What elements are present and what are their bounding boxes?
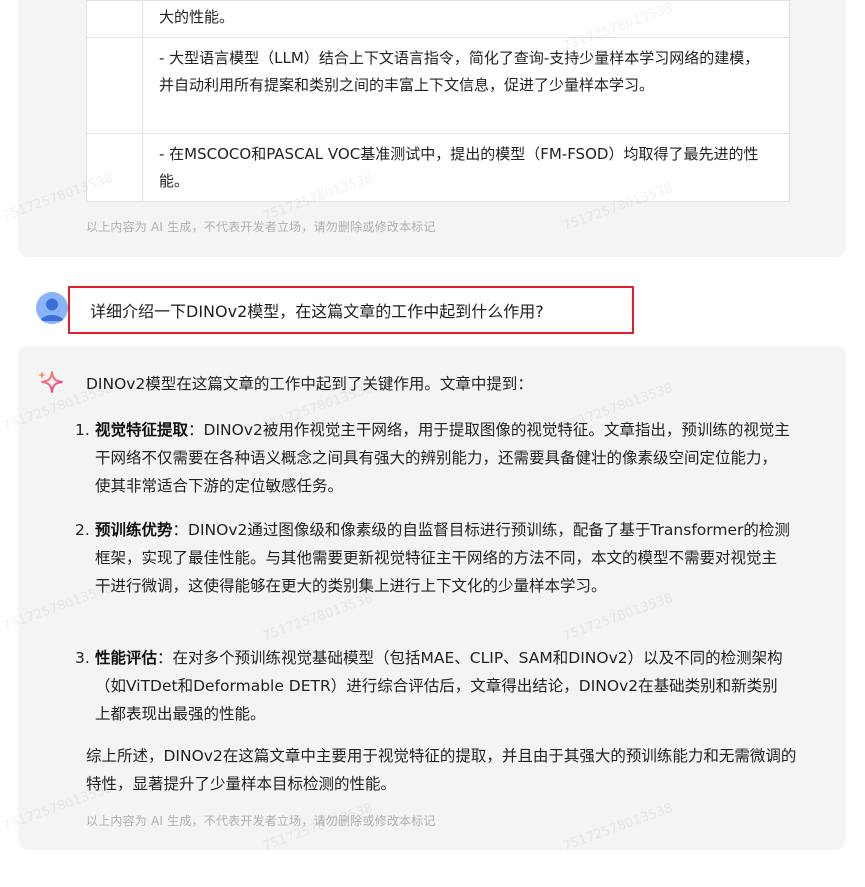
ai-sparkle-icon (38, 371, 63, 393)
list-number: 2. (75, 521, 90, 539)
list-item: 1. 视觉特征提取：DINOv2被用作视觉主干网络，用于提取图像的视觉特征。文章… (75, 416, 790, 500)
table-cell-text: - 大型语言模型（LLM）结合上下文语言指令，简化了查询-支持少量样本学习网络的… (159, 49, 760, 94)
user-message-bubble: 详细介绍一下DINOv2模型，在这篇文章的工作中起到什么作用? (68, 286, 634, 334)
table-row: - 大型语言模型（LLM）结合上下文语言指令，简化了查询-支持少量样本学习网络的… (86, 37, 790, 134)
answer-card: DINOv2模型在这篇文章的工作中起到了关键作用。文章中提到： 1. 视觉特征提… (18, 346, 846, 850)
table-cell-text: 大的性能。 (159, 8, 235, 26)
list-number: 1. (75, 421, 90, 439)
list-item-title: 视觉特征提取 (95, 421, 189, 439)
table-cell (86, 37, 143, 134)
list-item-title: 性能评估 (95, 649, 158, 667)
list-number: 3. (75, 649, 90, 667)
user-message-text: 详细介绍一下DINOv2模型，在这篇文章的工作中起到什么作用? (90, 302, 544, 321)
table-cell: - 在MSCOCO和PASCAL VOC基准测试中，提出的模型（FM-FSOD）… (142, 133, 790, 202)
table-cell: 大的性能。 (142, 0, 790, 38)
list-item-body: ：在对多个预训练视觉基础模型（包括MAE、CLIP、SAM和DINOv2）以及不… (95, 649, 783, 723)
answer-intro: DINOv2模型在这篇文章的工作中起到了关键作用。文章中提到： (86, 375, 533, 393)
table-cell: - 大型语言模型（LLM）结合上下文语言指令，简化了查询-支持少量样本学习网络的… (142, 37, 790, 134)
table-row: - 在MSCOCO和PASCAL VOC基准测试中，提出的模型（FM-FSOD）… (86, 133, 790, 202)
list-item-title: 预训练优势 (95, 521, 173, 539)
answer-summary: 综上所述，DINOv2在这篇文章中主要用于视觉特征的提取，并且由于其强大的预训练… (86, 747, 797, 793)
table-cell (86, 0, 143, 38)
summary-table: 大的性能。 - 大型语言模型（LLM）结合上下文语言指令，简化了查询-支持少量样… (86, 0, 790, 202)
list-item: 2. 预训练优势：DINOv2通过图像级和像素级的自监督目标进行预训练，配备了基… (75, 516, 790, 600)
table-row: 大的性能。 (86, 0, 790, 38)
list-item-body: ：DINOv2通过图像级和像素级的自监督目标进行预训练，配备了基于Transfo… (95, 521, 790, 595)
ai-disclaimer: 以上内容为 AI 生成，不代表开发者立场，请勿删除或修改本标记 (86, 814, 436, 828)
table-cell-text: - 在MSCOCO和PASCAL VOC基准测试中，提出的模型（FM-FSOD）… (159, 145, 759, 190)
list-item: 3. 性能评估：在对多个预训练视觉基础模型（包括MAE、CLIP、SAM和DIN… (75, 644, 790, 728)
user-avatar[interactable] (36, 292, 68, 324)
list-item-body: ：DINOv2被用作视觉主干网络，用于提取图像的视觉特征。文章指出，预训练的视觉… (95, 421, 790, 495)
ai-disclaimer: 以上内容为 AI 生成，不代表开发者立场，请勿删除或修改本标记 (86, 220, 436, 234)
table-cell (86, 133, 143, 202)
user-avatar-icon (36, 292, 68, 324)
